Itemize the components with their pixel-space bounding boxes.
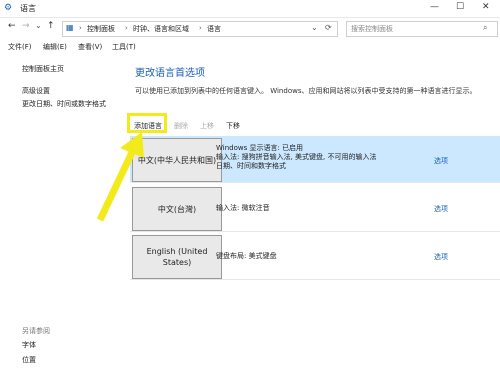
- move-up-button[interactable]: 上移: [200, 121, 214, 131]
- move-down-button[interactable]: 下移: [226, 121, 240, 131]
- menu-tools[interactable]: 工具(T): [112, 42, 136, 52]
- language-row-en-us[interactable]: English (United States) 键盘布局: 美式键盘 选项: [130, 233, 500, 280]
- language-row-zh-tw[interactable]: 中文(台灣) 输入法: 微软注音 选项: [130, 185, 500, 232]
- breadcrumb-clock-language-region[interactable]: 时钟、语言和区域: [133, 24, 189, 34]
- page-title: 更改语言首选项: [135, 68, 205, 79]
- options-link[interactable]: 选项: [434, 204, 448, 214]
- menu-file[interactable]: 文件(F): [8, 42, 32, 52]
- remove-button[interactable]: 删除: [174, 121, 188, 131]
- sidebar-change-date-time-format[interactable]: 更改日期、时间或数字格式: [22, 99, 106, 109]
- annotation-arrow: [96, 132, 144, 222]
- sidebar-advanced-settings[interactable]: 高级设置: [22, 86, 50, 96]
- language-info-line: 键盘布局: 美式键盘: [216, 252, 277, 260]
- menu-bar: 文件(F) 编辑(E) 查看(V) 工具(T): [0, 40, 500, 54]
- control-panel-icon: ▦: [66, 23, 74, 32]
- language-info-line: 日期、时间和数字格式: [216, 162, 286, 170]
- back-button[interactable]: ←: [8, 21, 16, 31]
- see-also-fonts[interactable]: 字体: [22, 340, 36, 350]
- options-link[interactable]: 选项: [434, 156, 448, 166]
- language-app-icon: ⚙: [4, 3, 13, 13]
- language-info-line: 输入法: 微软注音: [216, 204, 270, 212]
- page-description: 可以使用已添加到列表中的任何语言键入。 Windows、应用和网站将以列表中受支…: [135, 87, 477, 95]
- see-also-heading: 另请参阅: [22, 327, 50, 335]
- language-row-zh-cn[interactable]: 中文(中华人民共和国) Windows 显示语言: 已启用 输入法: 搜狗拼音输…: [130, 136, 500, 183]
- search-input[interactable]: 搜索控制面板: [351, 24, 393, 34]
- close-button[interactable]: ✕: [482, 2, 490, 12]
- sidebar-control-panel-home[interactable]: 控制面板主页: [22, 64, 64, 74]
- address-bar[interactable]: ▦ › 控制面板 › 时钟、语言和区域 › 语言 ⌄ ⟳: [62, 21, 338, 37]
- menu-edit[interactable]: 编辑(E): [43, 42, 67, 52]
- language-info-line: 输入法: 搜狗拼音输入法, 美式键盘, 不可用的输入法: [216, 153, 377, 161]
- title-bar: ⚙ 语言 — ☐ ✕: [0, 0, 500, 18]
- language-info-line: Windows 显示语言: 已启用: [216, 144, 304, 152]
- see-also-location[interactable]: 位置: [22, 355, 36, 365]
- search-icon[interactable]: ⌕: [483, 23, 487, 33]
- search-box[interactable]: 搜索控制面板 ⌕: [346, 21, 498, 37]
- up-button[interactable]: ↑: [47, 21, 55, 31]
- forward-button[interactable]: →: [22, 21, 30, 31]
- breadcrumb-language[interactable]: 语言: [207, 24, 221, 34]
- breadcrumb-control-panel[interactable]: 控制面板: [87, 24, 115, 34]
- options-link[interactable]: 选项: [434, 252, 448, 262]
- refresh-icon[interactable]: ⟳: [325, 23, 332, 32]
- menu-view[interactable]: 查看(V): [78, 42, 102, 52]
- language-name: English (United States): [132, 235, 222, 279]
- address-dropdown-icon[interactable]: ⌄: [311, 23, 318, 32]
- maximize-button[interactable]: ☐: [456, 2, 464, 12]
- recent-locations-dropdown[interactable]: ⌄: [35, 21, 42, 30]
- minimize-button[interactable]: —: [430, 2, 439, 12]
- window-title: 语言: [20, 4, 36, 13]
